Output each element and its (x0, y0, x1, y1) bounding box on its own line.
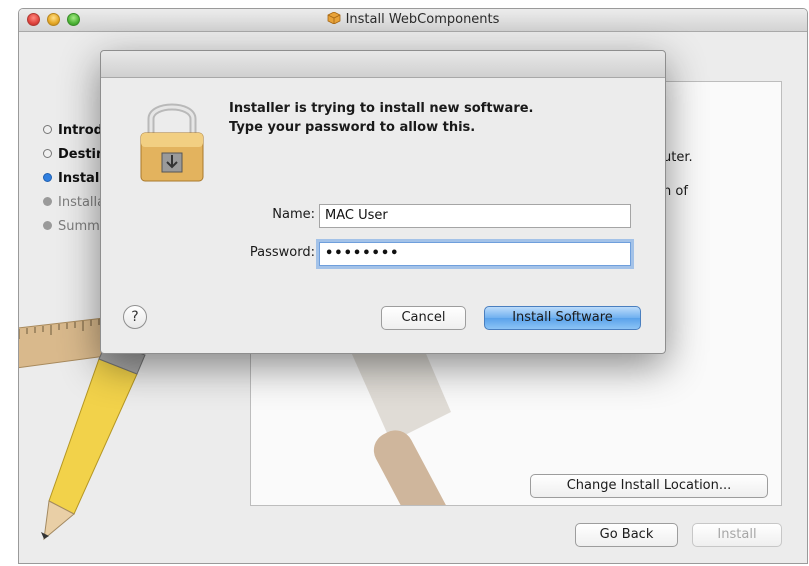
lock-icon (140, 103, 204, 182)
panel-text-line2: n of (663, 184, 688, 199)
change-install-location-button[interactable]: Change Install Location... (530, 474, 768, 498)
help-icon: ? (131, 309, 139, 325)
dialog-titlebar (101, 51, 665, 78)
install-software-button[interactable]: Install Software (484, 306, 641, 330)
panel-text-line1: uter. (663, 150, 693, 165)
name-label: Name: (272, 207, 315, 222)
step-future-icon (43, 221, 52, 230)
install-button[interactable]: Install (692, 523, 782, 547)
window-title-text: Install WebComponents (345, 12, 500, 27)
name-field[interactable]: MAC User (319, 204, 631, 228)
window-title: Install WebComponents (19, 12, 807, 27)
prompt-line2: Type your password to allow this. (229, 120, 476, 135)
package-icon (327, 12, 340, 24)
step-done-icon (43, 125, 52, 134)
authentication-dialog: Installer is trying to install new softw… (100, 50, 666, 354)
brush-icon (351, 342, 453, 505)
pencil-icon (41, 340, 146, 541)
dialog-prompt: Installer is trying to install new softw… (229, 99, 533, 137)
prompt-line1: Installer is trying to install new softw… (229, 101, 534, 116)
title-bar[interactable]: Install WebComponents (19, 9, 807, 32)
help-button[interactable]: ? (123, 305, 147, 329)
step-future-icon (43, 197, 52, 206)
go-back-button[interactable]: Go Back (575, 523, 678, 547)
step-current-icon (43, 173, 52, 182)
step-done-icon (43, 149, 52, 158)
password-label: Password: (249, 245, 315, 260)
password-field[interactable]: •••••••• (319, 242, 631, 266)
cancel-button[interactable]: Cancel (381, 306, 466, 330)
